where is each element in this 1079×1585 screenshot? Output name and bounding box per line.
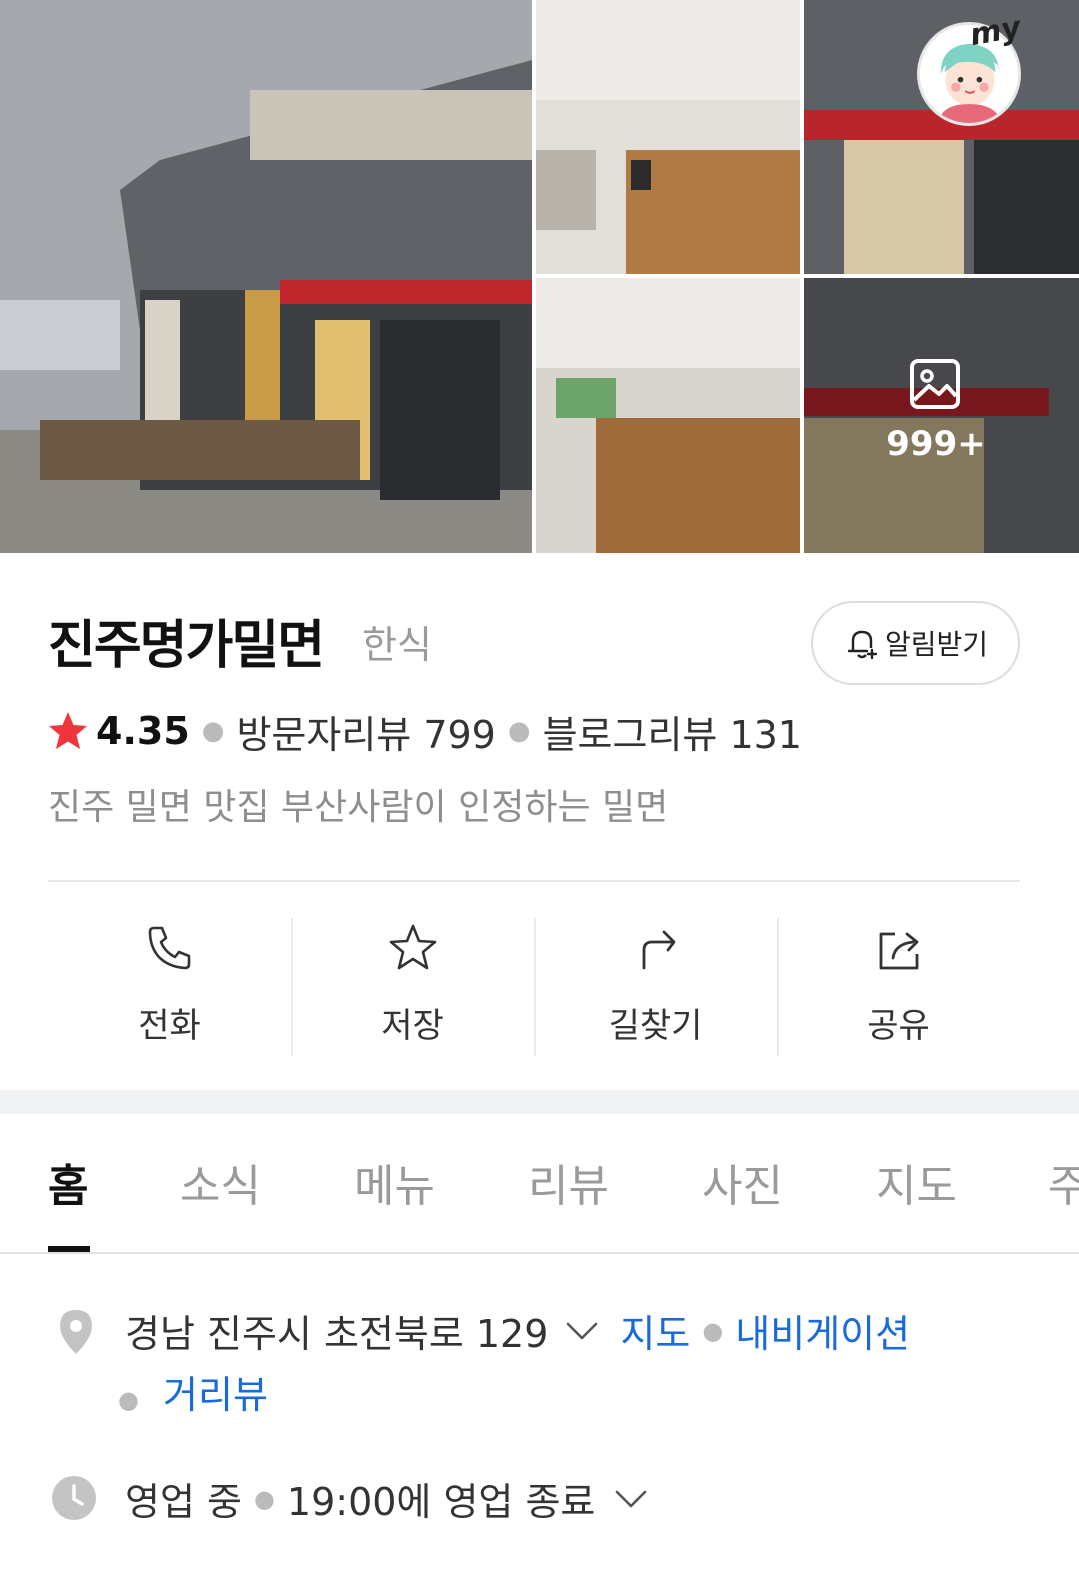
star-outline-icon	[389, 924, 436, 970]
directions-label: 길찾기	[608, 1006, 703, 1046]
tab-bar: 홈 소식 메뉴 리뷰 사진 지도 주	[0, 1114, 1079, 1254]
place-description: 진주 밀면 맛집 부산사람이 인정하는 밀면	[48, 787, 669, 828]
tab-news[interactable]: 소식	[180, 1150, 261, 1214]
photo-gallery[interactable]: 999+ my	[0, 0, 1079, 553]
separator-dot: ●	[118, 1386, 139, 1414]
address-row: 경남 진주시 초전북로 129 지도 ● 내비게이션	[125, 1303, 910, 1358]
divider	[48, 880, 1020, 882]
save-label: 저장	[381, 1006, 444, 1046]
tab-photo[interactable]: 사진	[702, 1150, 783, 1214]
separator-dot: ●	[253, 1484, 275, 1513]
tab-map[interactable]: 지도	[876, 1150, 957, 1214]
bell-plus-icon	[847, 630, 878, 660]
gallery-icon	[910, 359, 960, 409]
phone-icon	[148, 926, 190, 970]
save-button[interactable]: 저장	[291, 918, 534, 1056]
directions-button[interactable]: 길찾기	[534, 918, 777, 1056]
active-tab-indicator	[48, 1246, 90, 1252]
visitor-reviews-link[interactable]: 방문자리뷰 799	[236, 704, 495, 759]
clock-icon	[52, 1476, 96, 1520]
rating-value: 4.35	[96, 709, 190, 753]
share-icon	[879, 932, 918, 970]
more-photos-count: 999+	[886, 424, 986, 464]
blog-reviews-link[interactable]: 블로그리뷰 131	[543, 704, 802, 759]
separator-dot: ●	[201, 716, 225, 746]
address-row-2: ● 거리뷰	[118, 1364, 268, 1419]
notify-label: 알림받기	[884, 628, 989, 661]
share-label: 공유	[867, 1006, 930, 1046]
business-status: 영업 중	[125, 1480, 242, 1524]
map-link[interactable]: 지도	[620, 1303, 690, 1358]
storefront-photo[interactable]	[0, 0, 532, 553]
notify-button[interactable]: 알림받기	[811, 601, 1020, 685]
chevron-down-icon[interactable]	[562, 1311, 602, 1351]
share-button[interactable]: 공유	[777, 918, 1020, 1056]
star-filled-icon	[49, 712, 87, 749]
streetview-link[interactable]: 거리뷰	[163, 1373, 268, 1417]
closing-time: 19:00에 영업 종료	[286, 1480, 596, 1524]
tab-review[interactable]: 리뷰	[528, 1150, 609, 1214]
business-hours-row[interactable]: 영업 중 ● 19:00에 영업 종료	[125, 1471, 651, 1526]
interior-photo-2[interactable]	[536, 278, 800, 553]
separator-dot: ●	[507, 716, 531, 746]
tab-more[interactable]: 주	[1048, 1150, 1079, 1214]
interior-photo-1[interactable]	[536, 0, 800, 274]
tab-menu[interactable]: 메뉴	[354, 1150, 435, 1214]
more-photos-overlay[interactable]	[804, 278, 1079, 553]
place-category: 한식	[362, 623, 432, 667]
address-text[interactable]: 경남 진주시 초전북로 129	[125, 1303, 548, 1358]
section-gap	[0, 1090, 1079, 1114]
directions-arrow-icon	[642, 930, 675, 970]
call-label: 전화	[138, 1006, 201, 1046]
navigation-link[interactable]: 내비게이션	[735, 1303, 910, 1358]
chevron-down-icon[interactable]	[611, 1479, 651, 1519]
tab-home[interactable]: 홈	[48, 1150, 88, 1214]
location-pin-icon	[60, 1310, 92, 1354]
rating-stats: 4.35 ● 방문자리뷰 799 ● 블로그리뷰 131	[46, 704, 802, 759]
call-button[interactable]: 전화	[48, 918, 291, 1056]
place-name: 진주명가밀면	[48, 616, 325, 676]
separator-dot: ●	[702, 1316, 724, 1345]
action-bar: 전화 저장 길찾기 공유	[48, 918, 1020, 1056]
